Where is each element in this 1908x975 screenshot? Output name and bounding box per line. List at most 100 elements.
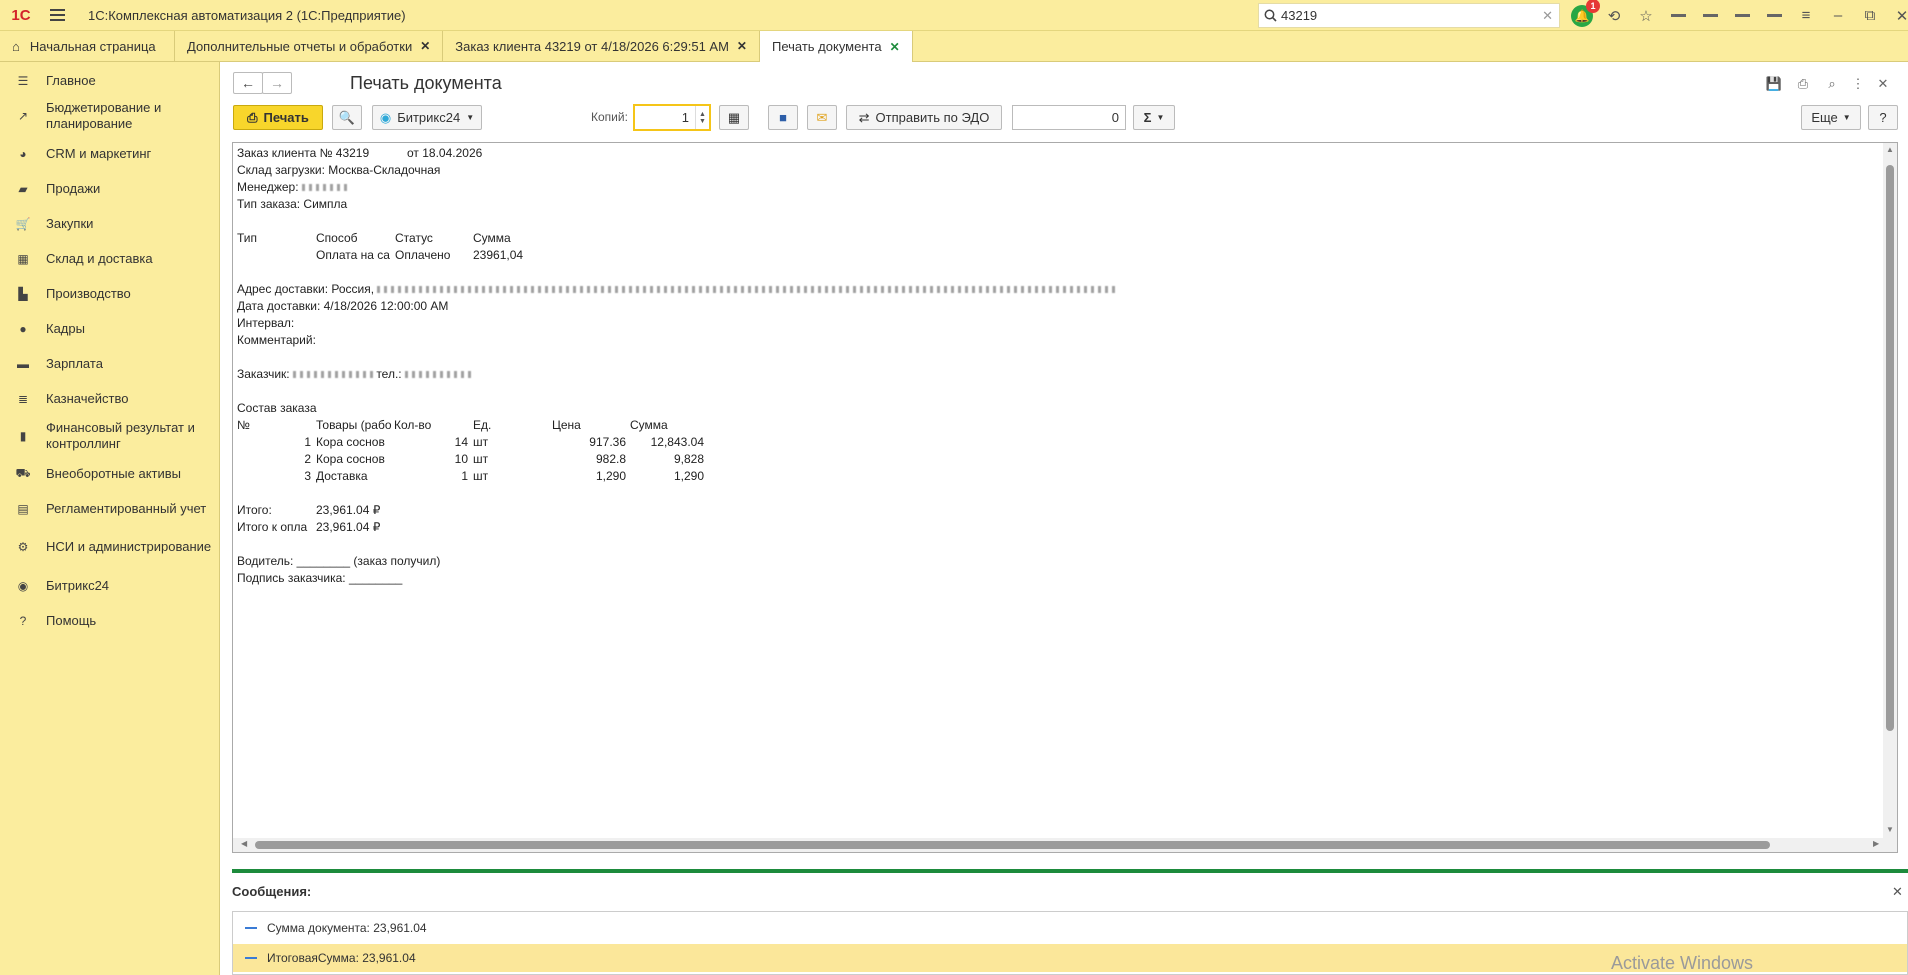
sum-button[interactable]: Σ ▼: [1133, 105, 1175, 130]
more-vert-icon[interactable]: ⋮: [1851, 74, 1865, 94]
scroll-down-icon[interactable]: ▼: [1886, 825, 1894, 834]
preview-button[interactable]: 🔍: [332, 105, 362, 130]
print-header-icon[interactable]: ⎙: [1793, 74, 1813, 94]
sidebar-item-help[interactable]: ? Помощь: [0, 603, 220, 639]
forward-button[interactable]: →: [262, 72, 292, 94]
sum-field[interactable]: 0: [1012, 105, 1126, 130]
sidebar-item-main[interactable]: ☰ Главное: [0, 62, 220, 99]
sidebar-item-bitrix24[interactable]: ◉ Битрикс24: [0, 568, 220, 604]
close-window-icon[interactable]: ✕: [1886, 0, 1908, 31]
sidebar-item-financial-result[interactable]: ▮ Финансовый результат и контроллинг: [0, 416, 220, 456]
close-tab-icon[interactable]: ✕: [420, 39, 430, 53]
clear-search-icon[interactable]: ✕: [1542, 8, 1553, 24]
email-button[interactable]: ✉: [807, 105, 837, 130]
copies-stepper[interactable]: ▲ ▼: [695, 106, 709, 129]
main-menu-icon[interactable]: [42, 0, 72, 31]
tab-additional-reports[interactable]: Дополнительные отчеты и обработки ✕: [175, 31, 444, 61]
tab-print-document[interactable]: Печать документа ✕: [759, 31, 913, 62]
help-button[interactable]: ?: [1868, 105, 1898, 130]
preview-icon: 🔍: [338, 109, 356, 125]
copies-input[interactable]: 1 ▲ ▼: [633, 104, 711, 131]
app-logo[interactable]: 1С: [0, 0, 42, 31]
toolbar-link-icon-4[interactable]: [1758, 0, 1790, 31]
history-icon[interactable]: ⟲: [1598, 0, 1630, 31]
message-row[interactable]: Сумма документа: 23,961.04: [233, 914, 1907, 942]
sidebar-item-budgeting[interactable]: ↗ Бюджетирование и планирование: [0, 96, 220, 136]
address-line: Адрес доставки: Россия,: [237, 281, 1118, 298]
close-form-icon[interactable]: ✕: [1876, 74, 1890, 94]
item-n: 2: [304, 452, 311, 466]
close-messages-icon[interactable]: ✕: [1892, 884, 1903, 900]
sidebar-item-crm[interactable]: ◕ CRM и маркетинг: [0, 136, 220, 172]
sidebar-item-admin[interactable]: ⚙ НСИ и администрирование: [0, 527, 220, 567]
save-header-icon[interactable]: 💾: [1764, 74, 1784, 94]
save-button[interactable]: ■: [768, 105, 798, 130]
back-button[interactable]: ←: [233, 72, 263, 94]
menu-icon: ☰: [17, 73, 29, 88]
tabs-bar: ⌂ Начальная страница Дополнительные отче…: [0, 31, 1908, 62]
sidebar-item-treasury[interactable]: ≣ Казначейство: [0, 381, 220, 417]
sidebar-item-production[interactable]: ▙ Производство: [0, 276, 220, 312]
sidebar-item-hr[interactable]: ● Кадры: [0, 311, 220, 347]
vertical-scroll-thumb[interactable]: [1886, 165, 1894, 731]
global-search[interactable]: ✕: [1258, 3, 1560, 28]
sidebar-item-salary[interactable]: ▬ Зарплата: [0, 346, 220, 382]
tab-label: Заказ клиента 43219 от 4/18/2026 6:29:51…: [455, 38, 729, 54]
printer-icon: ⎙: [247, 109, 258, 125]
print-button[interactable]: ⎙ Печать: [233, 105, 323, 130]
close-tab-icon[interactable]: ✕: [890, 40, 900, 54]
pay-status: Оплачено: [395, 248, 451, 262]
toolbar-link-icon-2[interactable]: [1694, 0, 1726, 31]
edo-icon: ⇄: [858, 109, 870, 125]
copies-value[interactable]: 1: [635, 110, 695, 125]
sidebar-item-purchases[interactable]: 🛒 Закупки: [0, 206, 220, 242]
table-view-button[interactable]: ▦: [719, 105, 749, 130]
composition-heading: Состав заказа: [237, 401, 317, 415]
interval-line: Интервал:: [237, 316, 295, 330]
messages-divider[interactable]: [232, 869, 1908, 873]
order-header: Заказ клиента № 43219: [237, 146, 370, 160]
table-icon: ▦: [727, 109, 741, 125]
message-row[interactable]: ИтоговаяСумма: 23,961.04 Activate Window…: [233, 944, 1907, 973]
tab-home[interactable]: ⌂ Начальная страница: [0, 31, 175, 61]
send-edo-button[interactable]: ⇄ Отправить по ЭДО: [846, 105, 1002, 130]
scroll-right-icon[interactable]: ▶: [1873, 839, 1879, 848]
item-sum: 1,290: [673, 469, 704, 483]
book-icon: ▤: [17, 502, 29, 516]
scroll-up-icon[interactable]: ▲: [1886, 145, 1894, 154]
notifications-button[interactable]: 🔔 1: [1566, 0, 1600, 31]
tab-label: Печать документа: [771, 39, 882, 54]
bitrix24-button[interactable]: ◉ Битрикс24 ▼: [372, 105, 482, 130]
comment-line: Комментарий:: [237, 333, 316, 347]
more-button[interactable]: Еще ▼: [1801, 105, 1861, 130]
close-tab-icon[interactable]: ✕: [737, 39, 747, 53]
toolbar-link-icon-1[interactable]: [1662, 0, 1694, 31]
pay-sum: 23961,04: [473, 248, 524, 262]
sidebar-item-fixed-assets[interactable]: ⛟ Внеоборотные активы: [0, 456, 220, 492]
envelope-icon: ✉: [816, 109, 828, 125]
spreadsheet-document[interactable]: Заказ клиента № 43219 от 18.04.2026 Скла…: [232, 142, 1898, 853]
restore-icon[interactable]: ⧉: [1854, 0, 1886, 31]
sidebar: ☰ Главное ↗ Бюджетирование и планировани…: [0, 62, 220, 975]
customer-line: Заказчик: тел.:: [237, 366, 475, 383]
pay-header-sum: Сумма: [473, 231, 511, 245]
settings-menu-icon[interactable]: ≡: [1790, 0, 1822, 31]
tab-customer-order[interactable]: Заказ клиента 43219 от 4/18/2026 6:29:51…: [443, 31, 760, 61]
search-input[interactable]: [1281, 8, 1521, 23]
horizontal-scrollbar[interactable]: ◀ ▶: [233, 838, 1885, 852]
horizontal-scroll-thumb[interactable]: [255, 841, 1770, 849]
sidebar-item-sales[interactable]: ▰ Продажи: [0, 171, 220, 207]
items-header-sum: Сумма: [630, 418, 668, 432]
sidebar-item-warehouse[interactable]: ▦ Склад и доставка: [0, 241, 220, 277]
toolbar-link-icon-3[interactable]: [1726, 0, 1758, 31]
sidebar-item-regulated-accounting[interactable]: ▤ Регламентированный учет: [0, 491, 220, 527]
items-header-unit: Ед.: [473, 418, 492, 432]
coins-icon: ≣: [17, 392, 29, 406]
minimize-icon[interactable]: –: [1822, 0, 1854, 31]
preview-header-icon[interactable]: ⌕: [1822, 74, 1842, 94]
page-title: Печать документа: [350, 73, 502, 93]
total-value: 23,961.04 ₽: [316, 503, 381, 517]
scroll-left-icon[interactable]: ◀: [241, 839, 247, 848]
vertical-scrollbar[interactable]: ▲ ▼: [1883, 143, 1897, 852]
favorites-star-icon[interactable]: ☆: [1630, 0, 1662, 31]
